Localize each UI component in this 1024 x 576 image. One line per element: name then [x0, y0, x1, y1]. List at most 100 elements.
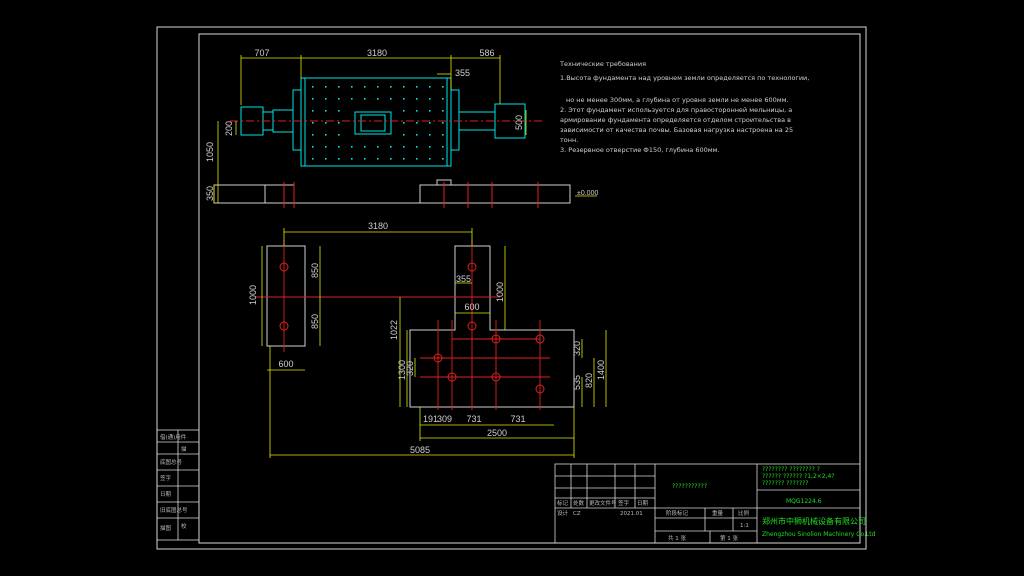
plan-dim-820: 820	[584, 373, 594, 388]
note-line-6: тонн.	[560, 136, 578, 144]
mill-body	[230, 77, 545, 167]
plan-dim-2500: 2500	[487, 428, 507, 438]
anchor-bolts-elevation	[283, 182, 539, 208]
shell-dot	[403, 98, 405, 100]
shell-dot	[377, 146, 379, 148]
dim-500: 500	[514, 115, 524, 130]
shell-dot	[364, 158, 366, 160]
tb-sheet-total: 共 1 张	[668, 534, 686, 542]
shell-dot	[429, 110, 431, 112]
shell-dot	[390, 98, 392, 100]
tb-stage-label: 阶段标记	[666, 509, 689, 517]
lt-cell-2: 底图总号	[160, 458, 183, 466]
plan-dim-1022: 1022	[389, 320, 399, 340]
shell-dot	[429, 146, 431, 148]
shell-dot	[403, 146, 405, 148]
plan-dim-731-a: 731	[466, 414, 481, 424]
plan-dim-1000-left: 1000	[248, 285, 258, 305]
shell-dot	[377, 86, 379, 88]
shell-dot	[312, 146, 314, 148]
shell-dot	[403, 122, 405, 124]
note-line-4: армирование фундамента определяется отде…	[560, 116, 791, 124]
mill-elevation: 707 3180 586 355 200 1050 350 500 ±0.000	[205, 48, 598, 208]
plan-dim-191: 191	[423, 414, 438, 424]
tb-label-count: 处数	[573, 499, 585, 507]
shell-dot	[442, 86, 444, 88]
tb-scale-value: 1:1	[740, 523, 749, 529]
shell-dot	[325, 158, 327, 160]
shell-dot	[351, 146, 353, 148]
tb-spec-line-3: ??????? ???????	[762, 480, 809, 487]
plan-dim-5085: 5085	[410, 445, 430, 455]
shell-dot	[312, 122, 314, 124]
shell-dot	[416, 98, 418, 100]
tb-design: 设计	[557, 509, 569, 517]
note-line-5: зависимости от качества почвы. Базовая н…	[560, 126, 793, 134]
shell-dot	[442, 146, 444, 148]
shell-dot	[442, 98, 444, 100]
shell-dot	[312, 86, 314, 88]
shell-dot	[429, 86, 431, 88]
shell-dot	[416, 134, 418, 136]
shell-dot	[416, 158, 418, 160]
tb-design-date: 2021.01	[620, 511, 643, 517]
lt-cell-8: 描图	[160, 524, 172, 532]
shell-dot	[325, 110, 327, 112]
tb-company-cn: 郑州市中狮机械设备有限公司	[762, 516, 866, 526]
shell-dot	[377, 158, 379, 160]
shell-dot	[351, 158, 353, 160]
shell-dot	[338, 86, 340, 88]
shell-dot	[442, 134, 444, 136]
plan-dim-600-left: 600	[278, 359, 293, 369]
shell-dot	[364, 146, 366, 148]
left-margin-table: 借(通)用件 底图总号 签字 日期 旧底图总号 描 校 描图	[156, 429, 200, 541]
shell-dot	[403, 158, 405, 160]
shell-dot	[429, 158, 431, 160]
lt-cell-4: 日期	[160, 491, 172, 498]
shell-dot	[325, 146, 327, 148]
plan-dim-850-bottom: 850	[310, 314, 320, 329]
shell-dot	[403, 134, 405, 136]
shell-dot	[416, 110, 418, 112]
cad-drawing: 707 3180 586 355 200 1050 350 500 ±0.000…	[156, 26, 876, 550]
tb-sheet-no: 第 1 张	[720, 534, 738, 542]
shell-dot	[403, 86, 405, 88]
shell-dot	[390, 86, 392, 88]
shell-dot	[325, 134, 327, 136]
tb-scale-label: 比例	[738, 509, 750, 517]
shell-dot	[312, 110, 314, 112]
foundation-elevation	[213, 179, 571, 204]
shell-dot	[312, 98, 314, 100]
dim-350: 350	[205, 186, 215, 201]
level-mark: ±0.000	[577, 190, 598, 197]
shell-dot	[338, 134, 340, 136]
plan-dim-731-b: 731	[510, 414, 525, 424]
shell-dot	[312, 134, 314, 136]
shell-dot	[429, 122, 431, 124]
shell-dot	[325, 122, 327, 124]
plan-dim-535: 535	[572, 375, 582, 390]
tb-label-mark: 标记	[557, 499, 569, 507]
shell-dot	[338, 110, 340, 112]
tb-question-marks: ???????????	[672, 483, 707, 490]
note-line-1: 1.Высота фундамента над уровнем земли оп…	[560, 74, 809, 82]
lt-cell-3: 签字	[160, 474, 172, 482]
shell-dot	[338, 98, 340, 100]
dim-200: 200	[224, 121, 234, 136]
tb-spec-line-2: ?????? ?????? ?1,2×2,4?	[762, 473, 835, 480]
note-line-7: 3. Резервное отверстие Ф150, глубина 600…	[560, 146, 720, 154]
shell-dot	[312, 158, 314, 160]
shell-dot	[442, 110, 444, 112]
plan-dim-309: 309	[437, 414, 452, 424]
plan-dim-1400: 1400	[596, 360, 606, 380]
shell-dot	[338, 146, 340, 148]
dim-586: 586	[479, 48, 494, 58]
plan-dim-355: 355	[456, 274, 471, 284]
note-line-2: но не менее 300мм, а глубина от уровня з…	[566, 96, 789, 104]
tb-designer: CZ	[573, 511, 581, 517]
tb-label-date: 日期	[637, 500, 649, 507]
dim-355: 355	[455, 68, 470, 78]
plan-dim-850-top: 850	[310, 263, 320, 278]
note-line-3: 2. Этот фундамент используется для право…	[560, 106, 792, 114]
shell-dot	[377, 98, 379, 100]
